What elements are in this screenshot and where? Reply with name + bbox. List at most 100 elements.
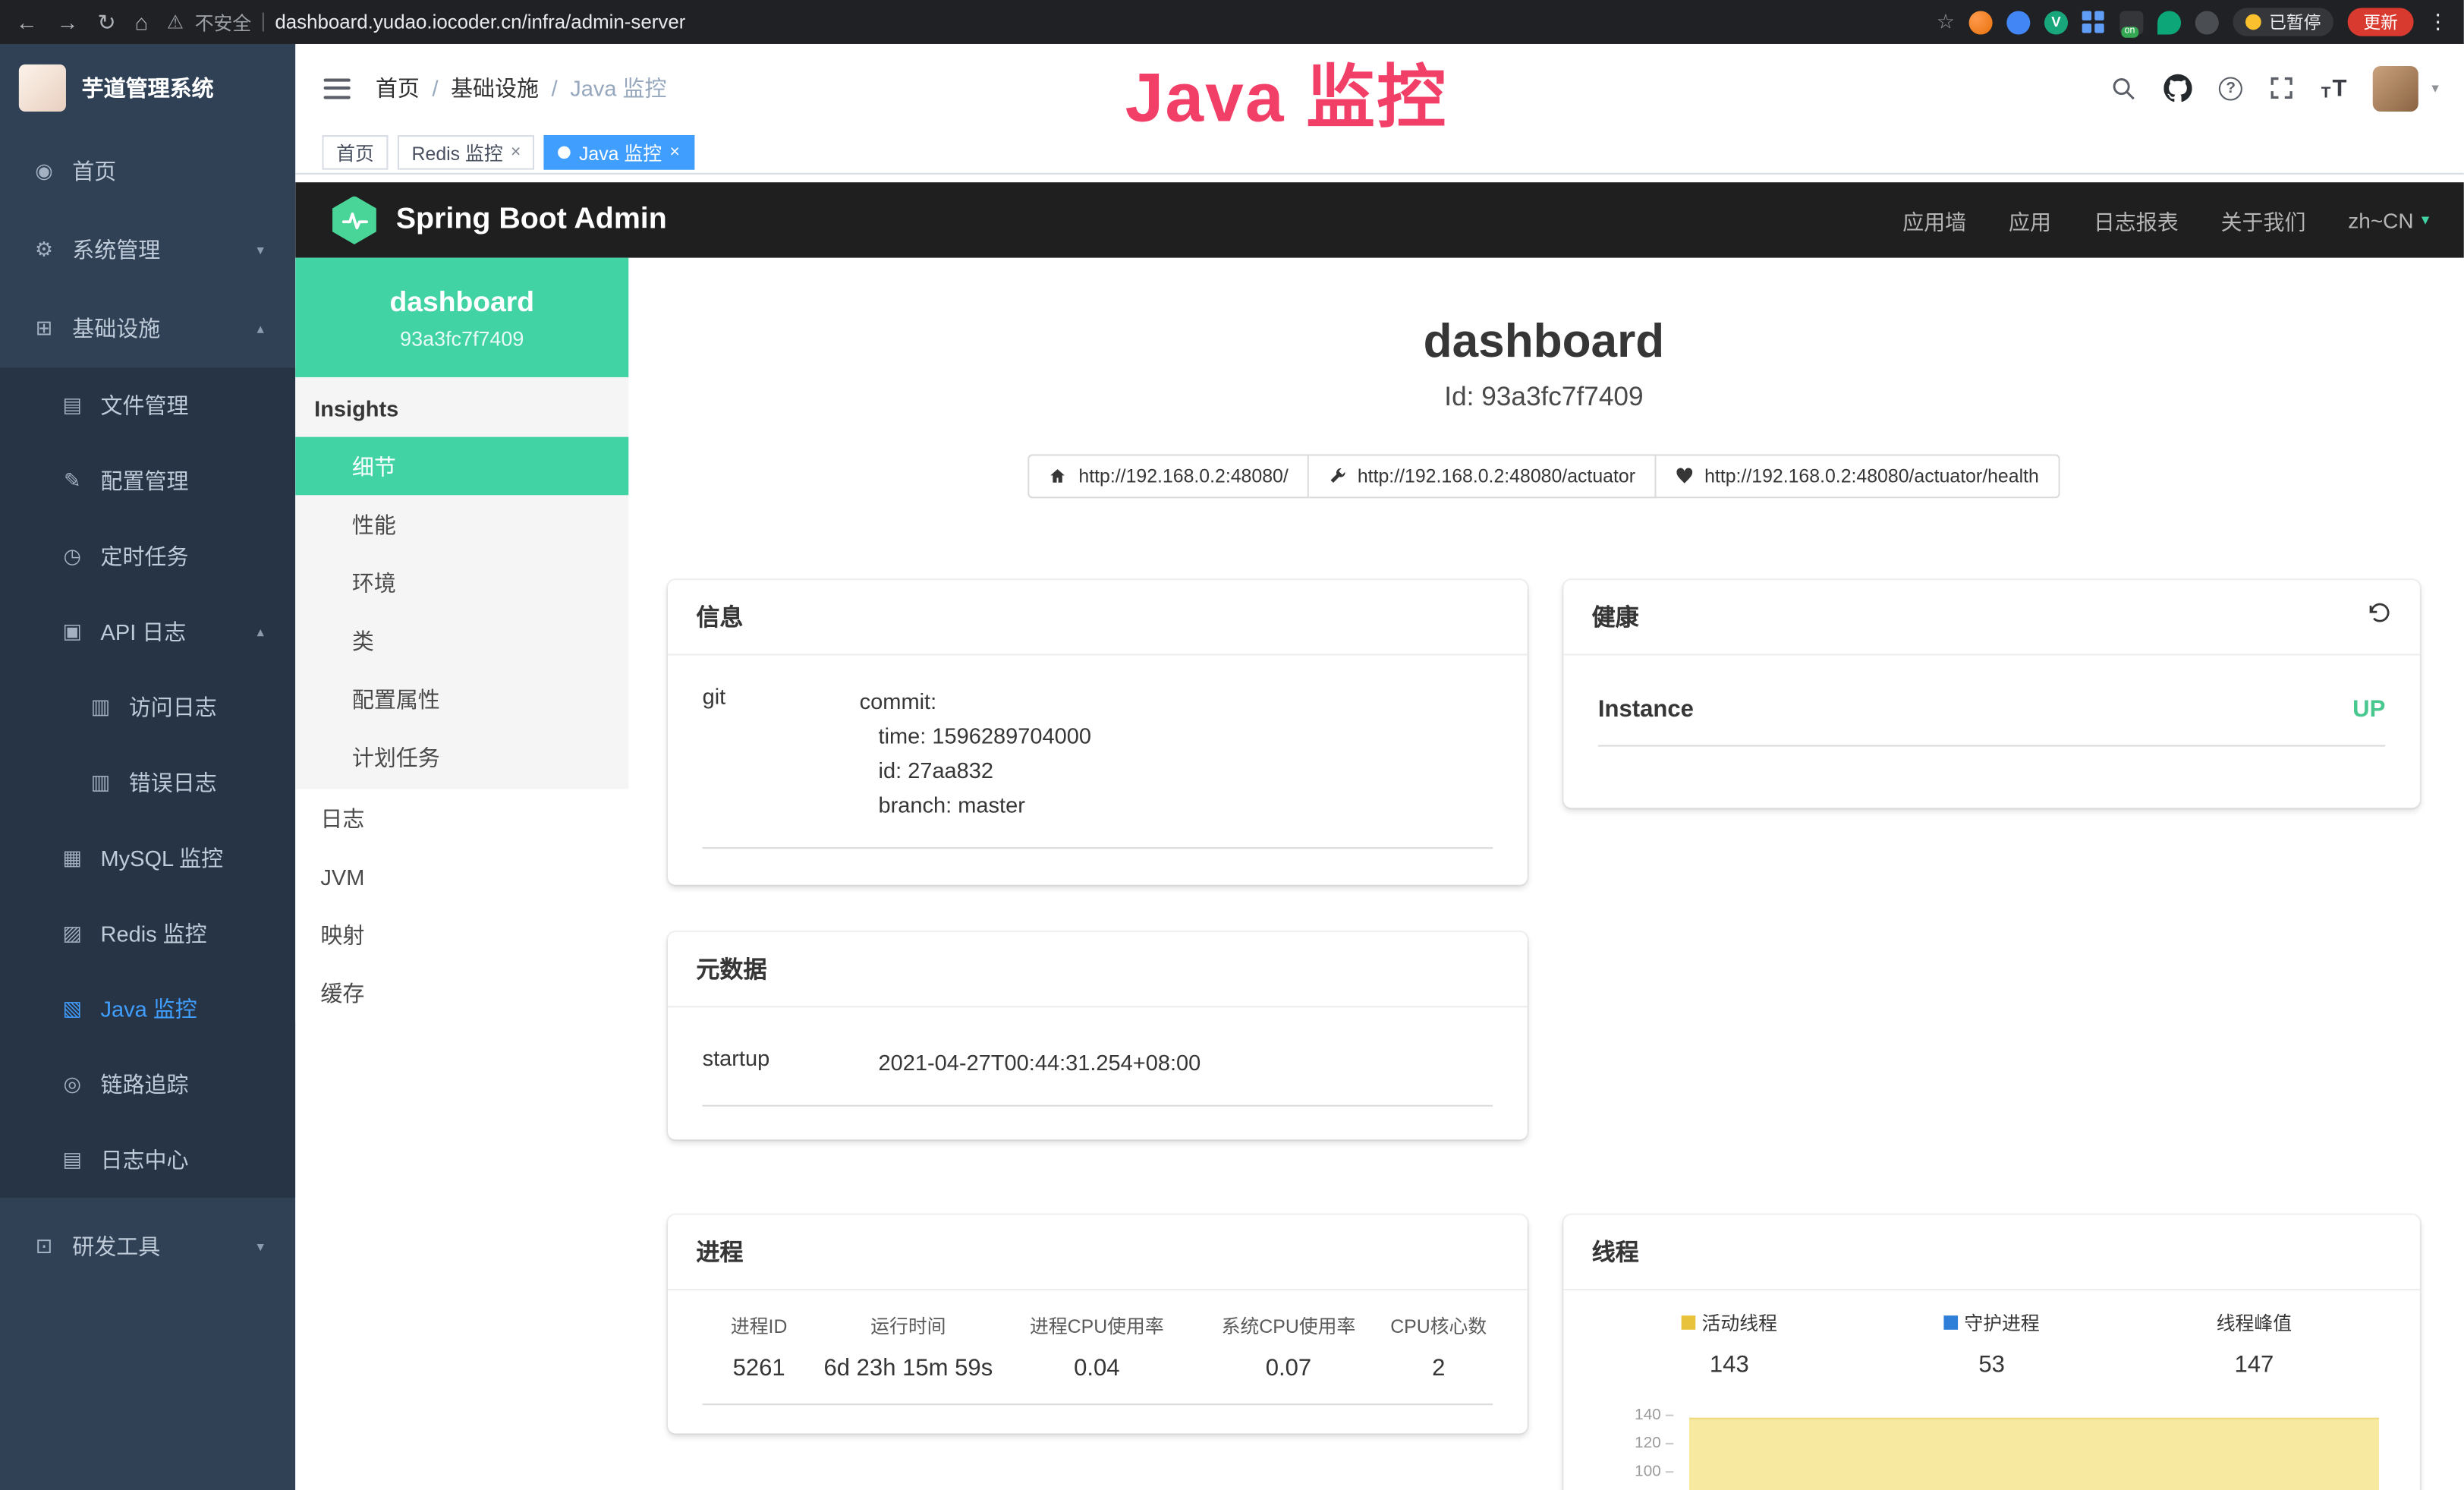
extension-fox-icon[interactable]: [1969, 10, 1993, 33]
trace-icon: ◎: [60, 1072, 85, 1097]
tab-home[interactable]: 首页: [322, 135, 388, 170]
sidebar-item-access-log[interactable]: ▥ 访问日志: [0, 669, 295, 745]
process-card-title: 进程: [696, 1236, 743, 1268]
font-size-icon[interactable]: TT: [2321, 74, 2347, 101]
header-actions: ? TT ▾: [2110, 65, 2438, 111]
sidebar-item-trace[interactable]: ◎ 链路追踪: [0, 1047, 295, 1122]
bookmark-star-icon[interactable]: ☆: [1937, 9, 1955, 34]
sba-item-metrics[interactable]: 性能: [295, 495, 628, 553]
browser-menu-icon[interactable]: ⋮: [2428, 9, 2448, 34]
sidebar-item-api-log[interactable]: ▣ API 日志 ▴: [0, 594, 295, 669]
extension-grid-icon[interactable]: [2082, 10, 2106, 33]
instance-header[interactable]: dashboard 93a3fc7f7409: [295, 258, 628, 377]
active-tab-dot: [559, 146, 571, 159]
history-icon[interactable]: [2366, 600, 2391, 633]
nav-about[interactable]: 关于我们: [2221, 204, 2306, 235]
extension-leaf-icon[interactable]: [2157, 10, 2181, 33]
extension-drop-icon[interactable]: [2006, 10, 2030, 33]
info-key: git: [703, 684, 860, 822]
app-logo[interactable]: 芋道管理系统: [0, 44, 295, 132]
file-icon: ▤: [60, 393, 85, 418]
sba-item-details[interactable]: 细节: [295, 437, 628, 496]
hamburger-icon[interactable]: [320, 71, 353, 104]
sidebar-item-error-log[interactable]: ▥ 错误日志: [0, 745, 295, 821]
legend-daemon-threads: 守护进程 53: [1861, 1309, 2123, 1378]
sba-item-jvm[interactable]: JVM: [295, 847, 628, 906]
java-icon: ▧: [60, 997, 85, 1022]
infra-icon: ⊞: [31, 316, 56, 341]
sba-item-scheduled-tasks[interactable]: 计划任务: [295, 728, 628, 786]
language-select[interactable]: zh~CN ▾: [2348, 208, 2429, 232]
forward-icon[interactable]: →: [57, 9, 79, 34]
url-text[interactable]: dashboard.yudao.iocoder.cn/infra/admin-s…: [275, 11, 685, 33]
sba-item-environment[interactable]: 环境: [295, 553, 628, 612]
heart-icon: [1675, 467, 1694, 486]
tab-redis[interactable]: Redis 监控 ×: [398, 135, 535, 170]
extension-on-icon[interactable]: on: [2119, 10, 2143, 33]
dashboard-icon: ◉: [31, 159, 56, 184]
avatar[interactable]: [2374, 65, 2419, 111]
breadcrumb-section[interactable]: 基础设施: [451, 72, 539, 103]
home-icon[interactable]: ⌂: [135, 9, 149, 34]
health-card-title: 健康: [1592, 600, 1639, 633]
sidebar-item-jobs[interactable]: ◷ 定时任务: [0, 518, 295, 594]
sidebar-item-redis[interactable]: ▨ Redis 监控: [0, 896, 295, 971]
sidebar-item-mysql[interactable]: ▦ MySQL 监控: [0, 821, 295, 896]
sba-item-logs[interactable]: 日志: [295, 789, 628, 847]
logo-image: [19, 65, 66, 112]
service-url-link[interactable]: http://192.168.0.2:48080/: [1028, 454, 1309, 498]
chevron-down-icon: ▾: [2422, 212, 2429, 229]
health-instance-row[interactable]: Instance UP: [1598, 655, 2385, 746]
threads-area-series: [1689, 1418, 2379, 1490]
breadcrumb-separator: /: [432, 75, 438, 100]
extension-v-icon[interactable]: V: [2044, 10, 2068, 33]
process-id-value: 5261: [703, 1355, 816, 1381]
error-log-icon: ▥: [88, 770, 113, 795]
page-title: dashboard: [668, 314, 2420, 371]
extension-paw-icon[interactable]: [2195, 10, 2219, 33]
config-icon: ✎: [60, 468, 85, 493]
sba-logo-icon: [330, 196, 379, 244]
sba-item-classes[interactable]: 类: [295, 612, 628, 670]
address-bar[interactable]: ⚠ 不安全 dashboard.yudao.iocoder.cn/infra/a…: [167, 8, 1918, 35]
nav-applications[interactable]: 应用: [2009, 204, 2051, 235]
sba-item-caches[interactable]: 缓存: [295, 963, 628, 1022]
sidebar-item-home[interactable]: ◉ 首页: [0, 132, 295, 211]
sba-item-config-props[interactable]: 配置属性: [295, 669, 628, 728]
breadcrumb-home[interactable]: 首页: [376, 72, 420, 103]
help-icon[interactable]: ?: [2219, 76, 2242, 99]
update-button[interactable]: 更新: [2348, 8, 2414, 36]
app-header: 首页 / 基础设施 / Java 监控 ?: [295, 44, 2464, 132]
info-card: 信息 git commit: time: 1596289704000: [668, 580, 1528, 885]
avatar-caret-icon[interactable]: ▾: [2431, 80, 2438, 97]
search-icon[interactable]: [2110, 74, 2137, 101]
paused-badge[interactable]: 已暂停: [2233, 8, 2333, 36]
github-icon[interactable]: [2164, 74, 2192, 102]
actuator-url-link[interactable]: http://192.168.0.2:48080/actuator: [1309, 454, 1656, 498]
sidebar-item-config[interactable]: ✎ 配置管理: [0, 443, 295, 518]
close-icon[interactable]: ×: [511, 143, 521, 162]
sba-item-mappings[interactable]: 映射: [295, 906, 628, 964]
reload-icon[interactable]: ↻: [97, 8, 115, 35]
sidebar-item-files[interactable]: ▤ 文件管理: [0, 368, 295, 443]
cpu-cores-value: 2: [1384, 1355, 1493, 1381]
back-icon[interactable]: ←: [16, 9, 38, 34]
process-card: 进程 进程ID 运行时间 进程CPU使用率 系统CPU使用率: [668, 1215, 1528, 1434]
health-card: 健康 Instance UP: [1563, 580, 2420, 808]
nav-wall[interactable]: 应用墙: [1902, 204, 1966, 235]
health-url-link[interactable]: http://192.168.0.2:48080/actuator/health: [1656, 454, 2060, 498]
tab-java[interactable]: Java 监控 ×: [544, 135, 694, 170]
fullscreen-icon[interactable]: [2269, 75, 2294, 100]
sidebar-item-log-center[interactable]: ▤ 日志中心: [0, 1122, 295, 1197]
sidebar-item-java[interactable]: ▧ Java 监控: [0, 972, 295, 1047]
sidebar-item-devtools[interactable]: ⊡ 研发工具 ▾: [0, 1207, 295, 1286]
nav-journal[interactable]: 日志报表: [2094, 204, 2179, 235]
sidebar-item-system[interactable]: ⚙ 系统管理 ▾: [0, 210, 295, 289]
redis-icon: ▨: [60, 921, 85, 946]
security-label[interactable]: 不安全: [195, 8, 252, 35]
close-icon[interactable]: ×: [669, 143, 679, 162]
sba-brand[interactable]: Spring Boot Admin: [330, 196, 667, 244]
spring-boot-admin-frame: Spring Boot Admin 应用墙 应用 日志报表 关于我们 zh~CN…: [295, 182, 2464, 1490]
sidebar-item-infra[interactable]: ⊞ 基础设施 ▴: [0, 289, 295, 368]
chrome-toolbar-right: ☆ V on 已暂停 更新 ⋮: [1937, 8, 2448, 36]
